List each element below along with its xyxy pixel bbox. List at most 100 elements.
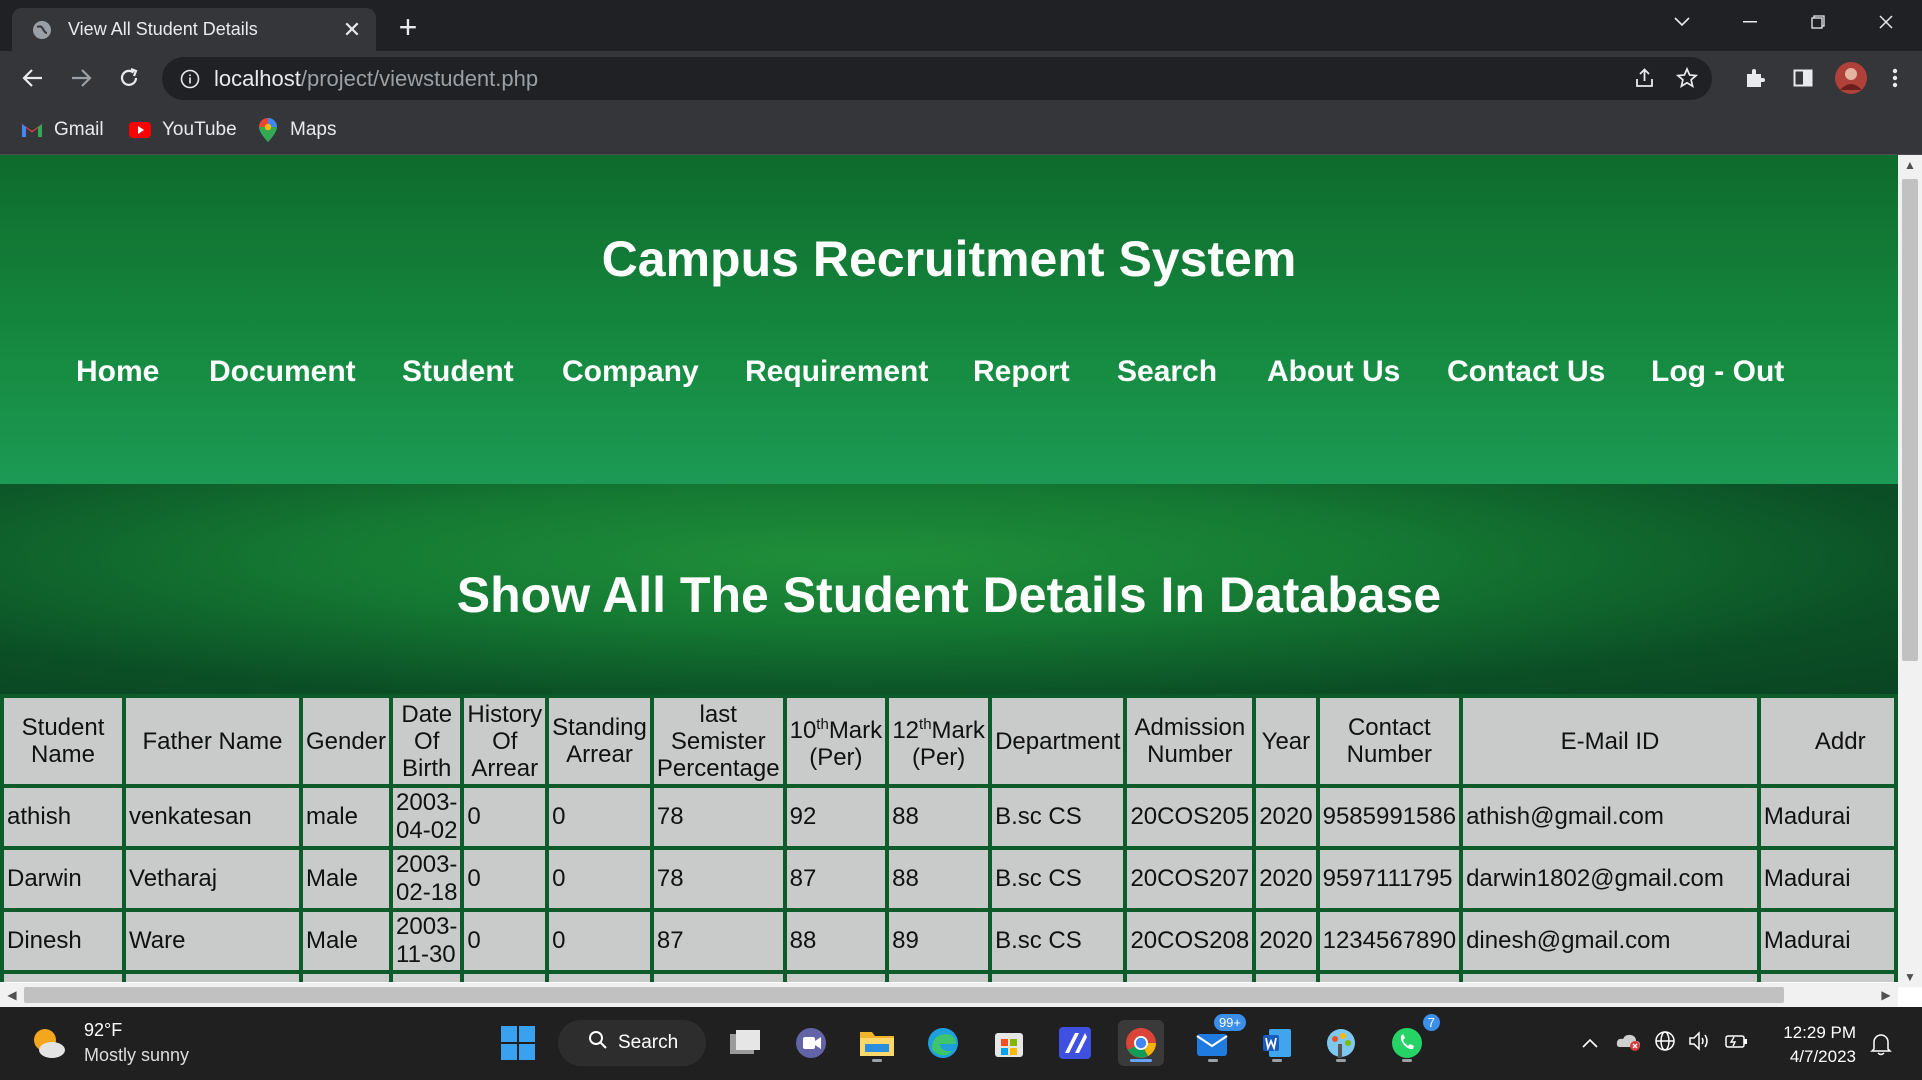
- bookmarks-bar: Gmail YouTube Maps: [0, 106, 1922, 155]
- forward-arrow-icon[interactable]: [62, 59, 100, 97]
- minimize-button[interactable]: [1716, 0, 1784, 44]
- cell-admission: 20COS205: [1127, 788, 1253, 846]
- profile-avatar[interactable]: [1832, 59, 1870, 97]
- cell-admission: [1127, 974, 1253, 982]
- cell-admission: 20COS208: [1127, 912, 1253, 970]
- file-explorer-icon[interactable]: [854, 1020, 900, 1066]
- scroll-left-arrow-icon[interactable]: ◀: [0, 983, 24, 1007]
- bookmark-youtube[interactable]: YouTube: [128, 116, 237, 144]
- cell-dob-part-1: 2003-: [396, 913, 458, 940]
- reload-icon[interactable]: [110, 59, 148, 97]
- browser-menu-kebab-icon[interactable]: [1876, 59, 1914, 97]
- battery-charging-icon[interactable]: [1724, 1031, 1750, 1056]
- table-row: Darwin Vetharaj Male 2003- 02-18 0 0 78 87 88 B.sc…: [4, 850, 1894, 908]
- cell-contact: [1319, 974, 1460, 982]
- back-arrow-icon[interactable]: [14, 59, 52, 97]
- speaker-volume-icon[interactable]: [1688, 1030, 1712, 1057]
- cell-dob: 2003- 11-30: [393, 912, 461, 970]
- mail-app-icon[interactable]: 99+: [1190, 1014, 1246, 1066]
- cell-name: athish: [4, 788, 123, 846]
- cell-mark12: 88: [889, 788, 989, 846]
- bookmark-gmail-label: Gmail: [54, 119, 104, 140]
- windows-start-icon[interactable]: [495, 1020, 541, 1066]
- cell-gender: male: [302, 788, 390, 846]
- teams-chat-icon[interactable]: [788, 1020, 834, 1066]
- address-bar[interactable]: localhost/project/viewstudent.php: [162, 57, 1712, 100]
- side-panel-icon[interactable]: [1784, 59, 1822, 97]
- horizontal-scrollbar[interactable]: ◀ ▶: [0, 983, 1898, 1007]
- gmail-icon: [20, 118, 44, 142]
- paint-app-icon[interactable]: [1318, 1020, 1364, 1066]
- whatsapp-icon[interactable]: 7: [1384, 1014, 1440, 1066]
- edge-browser-icon[interactable]: [920, 1020, 966, 1066]
- nav-requirement[interactable]: Requirement: [745, 355, 928, 389]
- student-table: Student Name Father Name Gender Date Of …: [0, 694, 1898, 982]
- bookmark-gmail[interactable]: Gmail: [20, 116, 104, 144]
- table-row: 2003-: [4, 974, 1894, 982]
- microsoft-store-icon[interactable]: [986, 1020, 1032, 1066]
- site-info-icon[interactable]: [178, 67, 202, 91]
- scroll-right-arrow-icon[interactable]: ▶: [1874, 983, 1898, 1007]
- nav-student[interactable]: Student: [402, 355, 514, 389]
- col-year: Year: [1256, 698, 1316, 784]
- bookmark-maps[interactable]: Maps: [256, 116, 336, 144]
- cell-standing: 0: [549, 788, 650, 846]
- vertical-scrollbar[interactable]: ▲ ▼: [1898, 155, 1922, 987]
- notifications-bell-icon[interactable]: [1870, 1007, 1892, 1080]
- table-row: Dinesh Ware Male 2003- 11-30 0 0 87 88 89 B.sc CS 2…: [4, 912, 1894, 970]
- page-viewport: Campus Recruitment System Home Document …: [0, 155, 1922, 1007]
- restore-button[interactable]: [1784, 0, 1852, 44]
- close-window-button[interactable]: [1852, 0, 1920, 44]
- nav-search[interactable]: Search: [1117, 355, 1217, 389]
- bookmark-star-icon[interactable]: [1675, 66, 1699, 95]
- taskbar-search[interactable]: Search: [558, 1020, 706, 1066]
- language-globe-icon[interactable]: [1654, 1030, 1676, 1057]
- cell-dob: 2003- 02-18: [393, 850, 461, 908]
- nav-company[interactable]: Company: [562, 355, 699, 389]
- cell-mark12: [889, 974, 989, 982]
- cell-mark12: 89: [889, 912, 989, 970]
- nav-home[interactable]: Home: [76, 355, 159, 389]
- nav-document[interactable]: Document: [209, 355, 356, 389]
- table-body: athish venkatesan male 2003- 04-02 0 0 78 92 88 B.…: [4, 788, 1894, 982]
- scroll-down-arrow-icon[interactable]: ▼: [1898, 967, 1922, 987]
- running-indicator: [872, 1059, 882, 1062]
- vertical-scroll-thumb[interactable]: [1902, 179, 1918, 661]
- main-nav: Home Document Student Company Requiremen…: [0, 355, 1898, 405]
- task-view-icon[interactable]: [722, 1020, 768, 1066]
- col-10th-mark-sup: th: [816, 716, 829, 733]
- cell-name: Dinesh: [4, 912, 123, 970]
- nav-contact-us[interactable]: Contact Us: [1447, 355, 1605, 389]
- col-student-name: Student Name: [4, 698, 123, 784]
- col-last-semister-percentage: last Semister Percentage: [653, 698, 783, 784]
- cell-address: [1760, 974, 1894, 982]
- extensions-puzzle-icon[interactable]: [1736, 59, 1774, 97]
- chrome-browser-icon[interactable]: [1118, 1020, 1164, 1066]
- system-clock[interactable]: 12:29 PM 4/7/2023: [1774, 1021, 1856, 1069]
- cell-dob-part-2: 04-02: [396, 817, 458, 844]
- tab-title: View All Student Details: [68, 19, 258, 39]
- cell-admission: 20COS207: [1127, 850, 1253, 908]
- nav-about-us[interactable]: About Us: [1267, 355, 1400, 389]
- cell-standing: [549, 974, 650, 982]
- weather-widget[interactable]: 92°F Mostly sunny: [28, 1020, 189, 1066]
- nav-log-out[interactable]: Log - Out: [1651, 355, 1784, 389]
- nav-report[interactable]: Report: [973, 355, 1070, 389]
- tab-search-chevron-icon[interactable]: [1648, 0, 1716, 44]
- weather-temp: 92°F: [84, 1020, 123, 1040]
- horizontal-scroll-thumb[interactable]: [24, 987, 1784, 1003]
- cell-address: Madurai: [1760, 788, 1894, 846]
- show-hidden-icons-chevron-icon[interactable]: [1582, 1035, 1598, 1053]
- running-indicator: [1272, 1059, 1282, 1062]
- col-date-of-birth: Date Of Birth: [393, 698, 461, 784]
- cell-email: darwin1802@gmail.com: [1463, 850, 1757, 908]
- browser-tab[interactable]: View All Student Details ✕: [12, 8, 376, 51]
- onedrive-error-icon[interactable]: [1616, 1031, 1642, 1056]
- editor-app-icon[interactable]: [1052, 1020, 1098, 1066]
- scroll-up-arrow-icon[interactable]: ▲: [1898, 155, 1922, 175]
- url-text[interactable]: localhost/project/viewstudent.php: [214, 66, 538, 92]
- word-app-icon[interactable]: [1254, 1020, 1300, 1066]
- new-tab-button[interactable]: +: [390, 9, 426, 45]
- share-icon[interactable]: [1634, 67, 1656, 95]
- tab-close-icon[interactable]: ✕: [334, 12, 370, 48]
